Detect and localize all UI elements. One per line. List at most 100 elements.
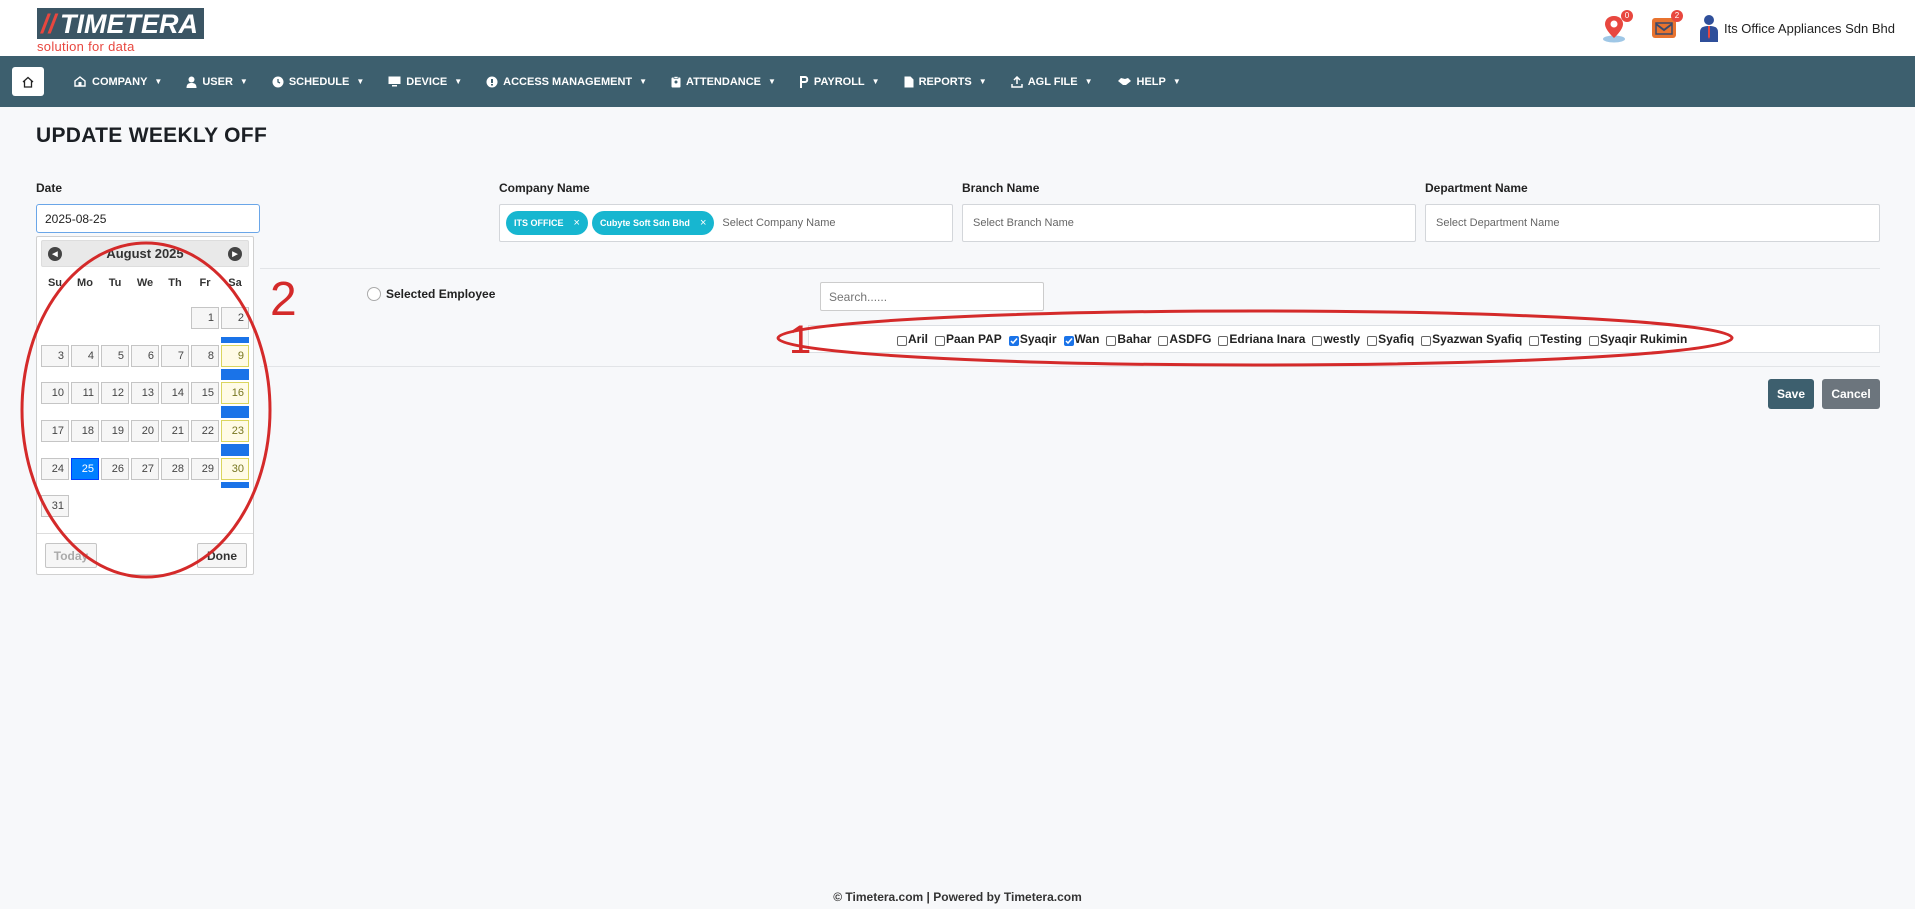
calendar-day[interactable]: 19: [101, 420, 129, 442]
calendar-day[interactable]: 24: [41, 458, 69, 480]
employee-option[interactable]: Syaqir: [1008, 332, 1057, 346]
employee-checkbox[interactable]: [1421, 335, 1432, 346]
cancel-button[interactable]: Cancel: [1822, 379, 1880, 409]
date-input[interactable]: [36, 204, 260, 233]
company-chip: Cubyte Soft Sdn Bhd ×: [591, 211, 715, 235]
date-label: Date: [36, 181, 63, 195]
calendar-day[interactable]: 26: [101, 458, 129, 480]
employee-checkbox[interactable]: [1063, 335, 1074, 346]
calendar-day[interactable]: 29: [191, 458, 219, 480]
timetera-logo[interactable]: //TIMETERA solution for data: [37, 8, 205, 54]
employee-name: Syafiq: [1378, 332, 1415, 346]
calendar-day[interactable]: 10: [41, 382, 69, 404]
department-placeholder: Select Department Name: [1436, 217, 1560, 229]
mail-badge: 2: [1670, 10, 1683, 22]
employee-option[interactable]: westly: [1312, 332, 1360, 346]
remove-chip-icon[interactable]: ×: [574, 217, 580, 229]
employee-option[interactable]: Wan: [1063, 332, 1099, 346]
calendar-day[interactable]: 18: [71, 420, 99, 442]
employee-checkbox[interactable]: [897, 335, 907, 346]
nav-company[interactable]: COMPANY ▼: [62, 56, 174, 107]
calendar-day[interactable]: 4: [71, 345, 99, 367]
employee-option[interactable]: Paan PAP: [935, 332, 1002, 346]
nav-device[interactable]: DEVICE ▼: [376, 56, 474, 107]
employee-checkbox[interactable]: [1158, 335, 1169, 346]
save-button[interactable]: Save: [1768, 379, 1814, 409]
employee-option[interactable]: Edriana Inara: [1218, 332, 1305, 346]
location-notification-button[interactable]: 0: [1598, 10, 1633, 44]
calendar-day[interactable]: 16: [221, 382, 249, 404]
nav-schedule[interactable]: SCHEDULE ▼: [260, 56, 376, 107]
mail-notification-button[interactable]: 2: [1648, 10, 1683, 44]
nav-payroll[interactable]: PAYROLL ▼: [788, 56, 892, 107]
calendar-day[interactable]: 8: [191, 345, 219, 367]
done-button[interactable]: Done: [197, 543, 247, 568]
employee-name: Syazwan Syafiq: [1432, 332, 1523, 346]
calendar-day[interactable]: 17: [41, 420, 69, 442]
calendar-day[interactable]: 6: [131, 345, 159, 367]
weekday-header: Fr: [199, 277, 211, 289]
prev-month-icon[interactable]: ◀: [48, 247, 62, 261]
employee-option[interactable]: Aril: [897, 332, 928, 346]
employee-checkbox[interactable]: [1008, 335, 1019, 346]
calendar-day[interactable]: 30: [221, 458, 249, 480]
employee-option[interactable]: Syaqir Rukimin: [1588, 332, 1687, 346]
employee-checkbox[interactable]: [1588, 335, 1599, 346]
weekday-header: Mo: [77, 277, 93, 289]
user-menu[interactable]: Its Office Appliances Sdn Bhd: [1698, 13, 1895, 43]
clipboard-icon: [671, 75, 681, 87]
calendar-day[interactable]: 5: [101, 345, 129, 367]
calendar-day[interactable]: 2: [221, 307, 249, 329]
calendar-day[interactable]: 7: [161, 345, 189, 367]
employee-option[interactable]: Syafiq: [1367, 332, 1414, 346]
nav-reports[interactable]: REPORTS ▼: [892, 56, 999, 107]
next-month-icon[interactable]: ▶: [228, 247, 242, 261]
calendar-day[interactable]: 21: [161, 420, 189, 442]
calendar-day[interactable]: 14: [161, 382, 189, 404]
employee-checkbox[interactable]: [935, 335, 946, 346]
user-avatar-icon: [1699, 15, 1718, 42]
calendar-day[interactable]: 3: [41, 345, 69, 367]
branch-select[interactable]: Select Branch Name: [962, 204, 1416, 242]
calendar-day[interactable]: 15: [191, 382, 219, 404]
nav-user[interactable]: USER ▼: [174, 56, 259, 107]
home-button[interactable]: [12, 67, 44, 96]
employee-option[interactable]: ASDFG: [1158, 332, 1211, 346]
calendar-day[interactable]: 25: [71, 458, 99, 480]
calendar-day[interactable]: 9: [221, 345, 249, 367]
calendar-day[interactable]: 11: [71, 382, 99, 404]
calendar-day[interactable]: 27: [131, 458, 159, 480]
datepicker-header: ◀ August 2025 ▶: [41, 240, 249, 267]
employee-checkbox[interactable]: [1367, 335, 1378, 346]
weekday-header: Su: [47, 277, 63, 289]
location-badge: 0: [1620, 10, 1633, 22]
today-button[interactable]: Today: [45, 543, 97, 568]
employee-option[interactable]: Syazwan Syafiq: [1421, 332, 1522, 346]
calendar-day[interactable]: 22: [191, 420, 219, 442]
employee-checkbox[interactable]: [1312, 335, 1323, 346]
employee-checkbox[interactable]: [1106, 335, 1117, 346]
selected-employee-option[interactable]: Selected Employee: [367, 287, 495, 301]
employee-search-input[interactable]: [820, 282, 1044, 311]
calendar-day[interactable]: 12: [101, 382, 129, 404]
employee-option[interactable]: Testing: [1529, 332, 1582, 346]
department-select[interactable]: Select Department Name: [1425, 204, 1880, 242]
employee-option[interactable]: Bahar: [1106, 332, 1151, 346]
company-select[interactable]: ITS OFFICE × Cubyte Soft Sdn Bhd × Select …: [499, 204, 953, 242]
nav-access-management[interactable]: ACCESS MANAGEMENT ▼: [474, 56, 659, 107]
calendar-day[interactable]: 28: [161, 458, 189, 480]
calendar-day[interactable]: 23: [221, 420, 249, 442]
nav-attendance[interactable]: ATTENDANCE ▼: [659, 56, 788, 107]
calendar-day[interactable]: 20: [131, 420, 159, 442]
calendar-day[interactable]: 31: [41, 495, 69, 517]
calendar-day[interactable]: 1: [191, 307, 219, 329]
employee-checkbox[interactable]: [1529, 335, 1540, 346]
calendar-day[interactable]: 13: [131, 382, 159, 404]
nav-help[interactable]: HELP ▼: [1105, 56, 1193, 107]
employee-checkbox[interactable]: [1218, 335, 1229, 346]
weekly-off-marker: [221, 337, 249, 343]
nav-agl-file[interactable]: AGL FILE ▼: [999, 56, 1105, 107]
selected-employee-radio[interactable]: [367, 287, 381, 301]
employee-name: Syaqir: [1019, 332, 1057, 346]
remove-chip-icon[interactable]: ×: [700, 217, 706, 229]
